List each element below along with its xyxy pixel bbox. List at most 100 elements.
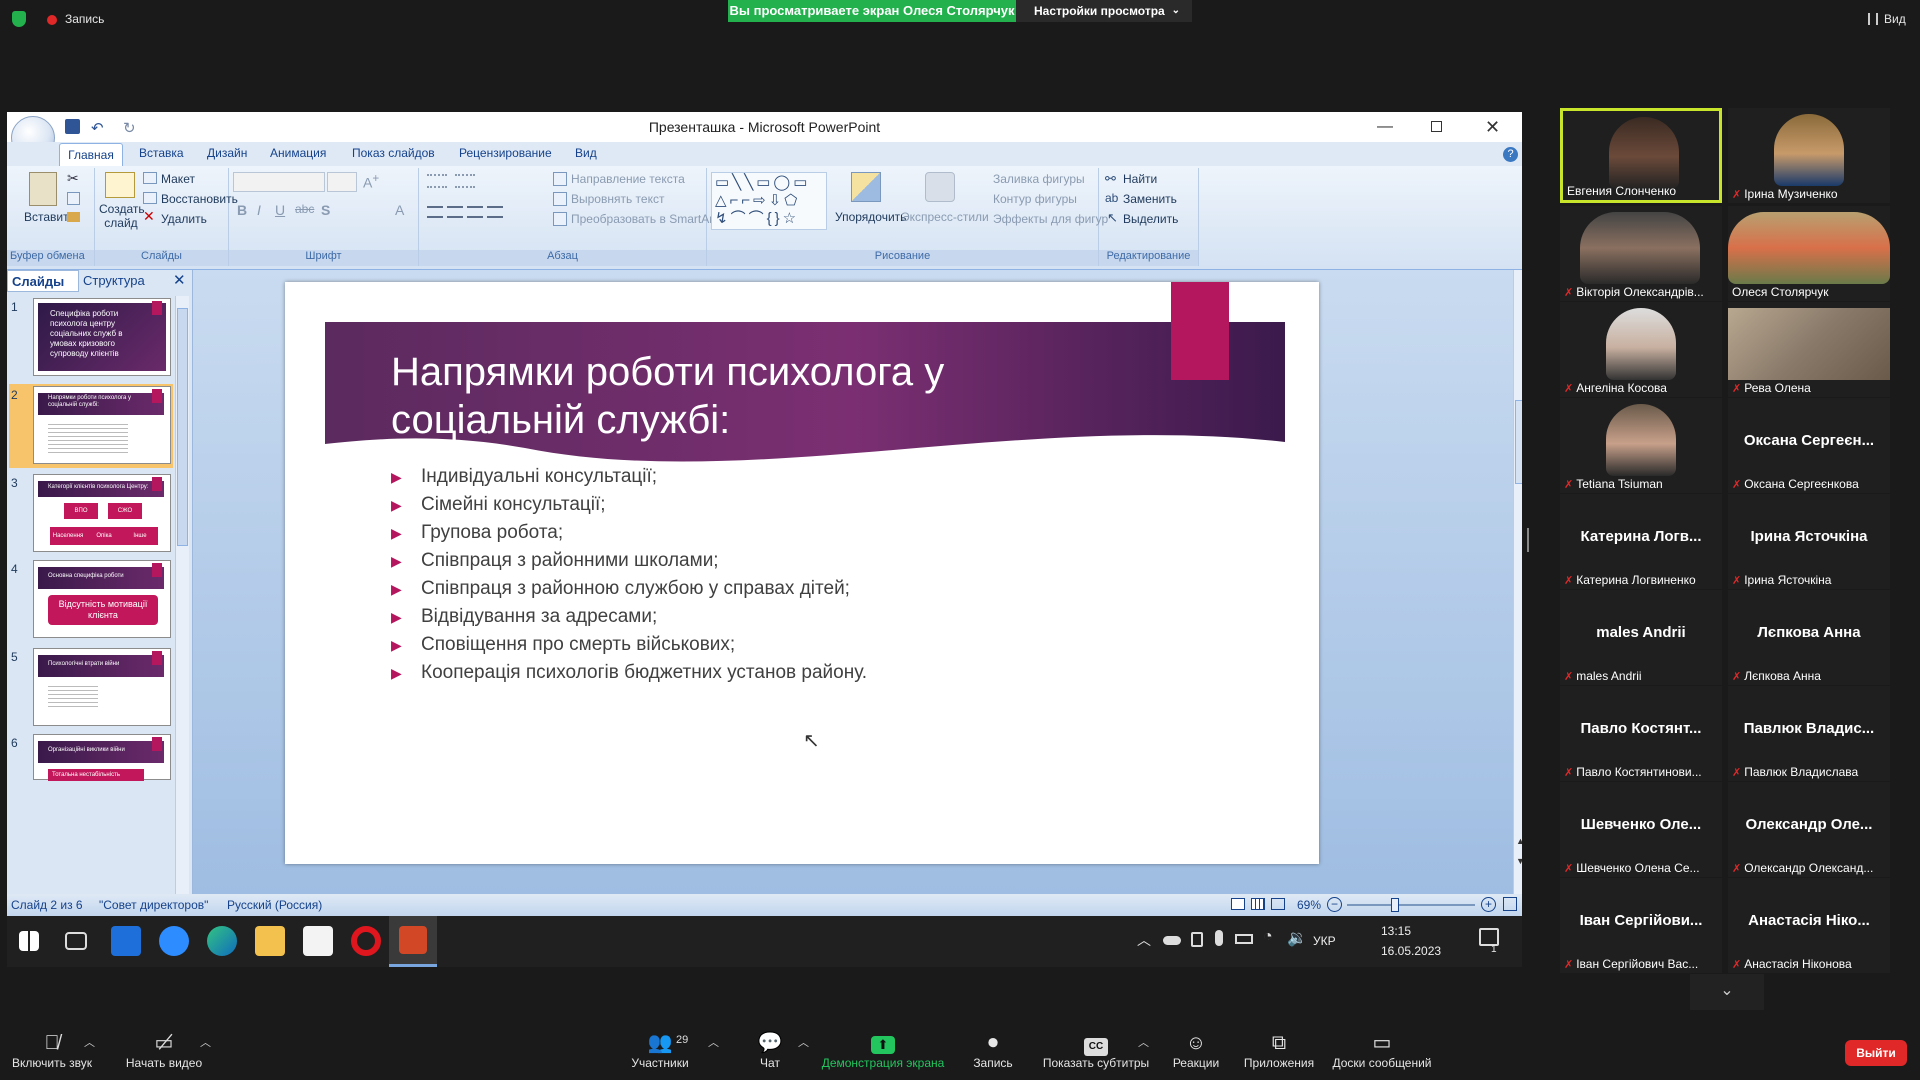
- redo-icon[interactable]: ↻: [123, 114, 136, 144]
- theme-name[interactable]: "Совет директоров": [99, 898, 208, 912]
- view-settings-button[interactable]: Настройки просмотра ⌄: [1016, 0, 1192, 22]
- align-text-icon[interactable]: [553, 192, 567, 206]
- bullets-icon[interactable]: [427, 174, 447, 188]
- select-button[interactable]: Выделить: [1123, 212, 1178, 226]
- battery-icon[interactable]: [1235, 934, 1253, 944]
- apps-button[interactable]: ⧉ Приложения: [1238, 1018, 1320, 1080]
- zoom-slider-thumb[interactable]: [1391, 898, 1399, 912]
- bullet-item[interactable]: ▶ Відвідування за адресами;: [391, 606, 657, 628]
- shapes-gallery[interactable]: ▭╲╲▭◯▭ △⌐⌐⇨⇩⬠ ↯⌒⌒{}☆: [711, 172, 827, 230]
- task-view-icon[interactable]: [65, 932, 87, 950]
- participant-tile[interactable]: ✗ Рева Олена: [1728, 302, 1890, 397]
- find-icon[interactable]: ⚯: [1105, 171, 1116, 187]
- underline-icon[interactable]: U: [275, 202, 285, 218]
- slide-thumbnail-2[interactable]: Напрямки роботи психолога у соціальній с…: [33, 386, 171, 464]
- sorter-view-icon[interactable]: [1251, 898, 1265, 910]
- restore-icon[interactable]: [1431, 121, 1442, 132]
- windows-start-icon[interactable]: [19, 931, 39, 951]
- paste-icon[interactable]: [29, 172, 57, 206]
- font-color-icon[interactable]: A: [395, 202, 404, 218]
- replace-button[interactable]: Заменить: [1123, 192, 1177, 206]
- volume-icon[interactable]: 🔉: [1287, 928, 1307, 948]
- smartart-icon[interactable]: [553, 212, 567, 226]
- tab-home[interactable]: Главная: [59, 143, 123, 166]
- clock-time[interactable]: 13:15: [1381, 924, 1411, 938]
- find-button[interactable]: Найти: [1123, 172, 1157, 186]
- select-icon[interactable]: ↖: [1107, 210, 1118, 226]
- minimize-icon[interactable]: —: [1377, 112, 1393, 142]
- slide-thumbnail-1[interactable]: Специфіка роботи психолога центру соціал…: [33, 298, 171, 376]
- tab-outline-pane[interactable]: Структура: [79, 270, 165, 292]
- chat-button[interactable]: 💬 Чат: [740, 1018, 800, 1080]
- align-left-icon[interactable]: [427, 206, 443, 218]
- file-explorer-icon[interactable]: [255, 926, 285, 956]
- layout-icon[interactable]: [143, 172, 157, 184]
- next-slide-icon[interactable]: ▼▼: [1516, 856, 1522, 866]
- justify-icon[interactable]: [487, 206, 503, 218]
- share-screen-button[interactable]: ⬆ Демонстрация экрана: [818, 1018, 948, 1080]
- meet-icon[interactable]: [1191, 932, 1203, 947]
- bullet-item[interactable]: ▶ Групова робота;: [391, 522, 563, 544]
- tab-review[interactable]: Рецензирование: [459, 146, 552, 160]
- participant-tile[interactable]: Олександр Оле... ✗ Олександр Олександ...: [1728, 782, 1890, 877]
- pane-scroll-thumb[interactable]: [177, 308, 188, 546]
- language-indicator[interactable]: УКР: [1313, 934, 1336, 948]
- powerpoint-taskbar-button[interactable]: [389, 916, 437, 967]
- zoom-slider[interactable]: [1347, 904, 1475, 906]
- close-pane-icon[interactable]: ✕: [173, 271, 186, 289]
- split-handle[interactable]: [1527, 528, 1529, 552]
- new-slide-icon[interactable]: [105, 172, 135, 198]
- participant-tile[interactable]: Павло Костянт... ✗ Павло Костянтинови...: [1560, 686, 1722, 781]
- align-center-icon[interactable]: [447, 206, 463, 218]
- tab-design[interactable]: Дизайн: [207, 146, 247, 160]
- shape-fill-button[interactable]: Заливка фигуры: [993, 172, 1085, 186]
- font-size-combobox[interactable]: [327, 172, 357, 192]
- bullet-item[interactable]: ▶ Сповіщення про смерть військових;: [391, 634, 735, 656]
- bullet-item[interactable]: ▶ Сімейні консультації;: [391, 494, 606, 516]
- participant-tile[interactable]: Лєпкова Анна ✗ Лєпкова Анна: [1728, 590, 1890, 685]
- record-label[interactable]: Запись: [65, 12, 104, 26]
- copy-icon[interactable]: [67, 192, 80, 205]
- bold-icon[interactable]: B: [237, 202, 247, 218]
- current-slide[interactable]: Напрямки роботи психолога у соціальній с…: [285, 282, 1319, 864]
- align-text-button[interactable]: Выровнять текст: [571, 192, 664, 206]
- tab-slides-pane[interactable]: Слайды: [7, 270, 79, 292]
- reactions-button[interactable]: ☺ Реакции: [1166, 1018, 1226, 1080]
- video-options-chevron[interactable]: ︿: [200, 1034, 211, 1050]
- participant-tile[interactable]: ✗ Ірина Музиченко: [1728, 108, 1890, 203]
- bullet-item[interactable]: ▶ Кооперація психологів бюджетних установ…: [391, 662, 867, 684]
- align-right-icon[interactable]: [467, 206, 483, 218]
- quick-styles-button[interactable]: Экспресс-стили: [901, 210, 989, 224]
- opera-icon[interactable]: [351, 926, 381, 956]
- delete-icon[interactable]: ✕: [143, 208, 155, 225]
- participant-tile[interactable]: ✗ Вікторія Олександрів...: [1560, 206, 1722, 301]
- leave-button[interactable]: Выйти: [1845, 1040, 1907, 1066]
- slide-thumbnail-3[interactable]: Категорії клієнтів психолога Центру: ВПО…: [33, 474, 171, 552]
- slide-title[interactable]: Напрямки роботи психолога у соціальній с…: [391, 348, 1091, 444]
- normal-view-icon[interactable]: [1231, 898, 1245, 910]
- format-painter-icon[interactable]: [67, 212, 80, 222]
- mic-tray-icon[interactable]: [1215, 930, 1223, 946]
- participant-tile[interactable]: Оксана Сергеєн... ✗ Оксана Сергеєнкова: [1728, 398, 1890, 493]
- arrange-icon[interactable]: [851, 172, 881, 202]
- smartart-button[interactable]: Преобразовать в SmartArt: [571, 212, 717, 226]
- chat-options-chevron[interactable]: ︿: [798, 1034, 809, 1050]
- zoom-in-icon[interactable]: +: [1481, 897, 1496, 912]
- gallery-next-page-button[interactable]: ⌄: [1690, 974, 1764, 1010]
- participant-tile[interactable]: Ірина Ясточкіна ✗ Ірина Ясточкіна: [1728, 494, 1890, 589]
- edge-icon[interactable]: [207, 926, 237, 956]
- reset-icon[interactable]: [143, 192, 157, 204]
- view-button[interactable]: Вид: [1884, 12, 1906, 26]
- captions-options-chevron[interactable]: ︿: [1138, 1034, 1149, 1050]
- bullet-item[interactable]: ▶ Співпраця з районною службою у справах …: [391, 578, 850, 600]
- whiteboards-button[interactable]: ▭ Доски сообщений: [1328, 1018, 1436, 1080]
- help-icon[interactable]: ?: [1503, 147, 1518, 162]
- numbering-icon[interactable]: [455, 174, 475, 188]
- undo-icon[interactable]: ↶: [91, 114, 104, 144]
- save-icon[interactable]: [65, 119, 80, 134]
- shape-effects-button[interactable]: Эффекты для фигур: [993, 212, 1108, 226]
- record-button[interactable]: ⏺ Запись: [960, 1018, 1026, 1080]
- participant-tile[interactable]: males Andrii ✗ males Andrii: [1560, 590, 1722, 685]
- participant-tile[interactable]: Катерина Логв... ✗ Катерина Логвиненко: [1560, 494, 1722, 589]
- delete-button[interactable]: Удалить: [161, 212, 207, 226]
